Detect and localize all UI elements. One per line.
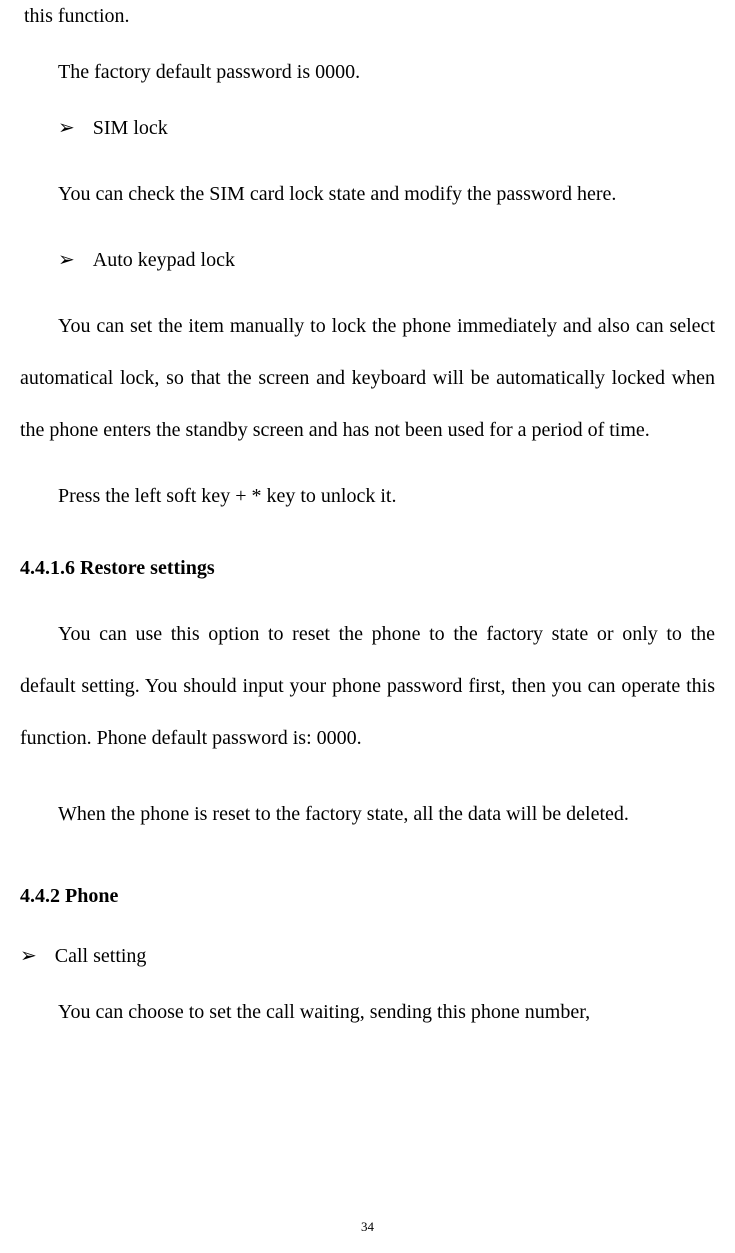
- bullet-call-setting: ➢ Call setting: [20, 940, 715, 972]
- paragraph-sim-lock: You can check the SIM card lock state an…: [20, 168, 715, 220]
- bullet-auto-keypad: ➢ Auto keypad lock: [20, 244, 715, 276]
- bullet-auto-keypad-label: Auto keypad lock: [93, 244, 235, 276]
- page-content: this function. The factory default passw…: [20, 0, 715, 1028]
- paragraph-restore-2: When the phone is reset to the factory s…: [20, 788, 715, 840]
- paragraph-factory-default: The factory default password is 0000.: [20, 56, 715, 88]
- paragraph-unlock: Press the left soft key + * key to unloc…: [20, 480, 715, 512]
- triangle-bullet-icon: ➢: [58, 112, 75, 144]
- heading-restore-settings: 4.4.1.6 Restore settings: [20, 552, 715, 584]
- page-number: 34: [0, 1219, 735, 1235]
- bullet-call-setting-label: Call setting: [55, 940, 147, 972]
- paragraph-fragment-top: this function.: [20, 0, 715, 32]
- triangle-bullet-icon: ➢: [58, 244, 75, 276]
- bullet-sim-lock-label: SIM lock: [93, 112, 168, 144]
- bullet-sim-lock: ➢ SIM lock: [20, 112, 715, 144]
- heading-phone: 4.4.2 Phone: [20, 880, 715, 912]
- paragraph-restore-1: You can use this option to reset the pho…: [20, 608, 715, 764]
- paragraph-call-setting: You can choose to set the call waiting, …: [20, 996, 715, 1028]
- triangle-bullet-icon: ➢: [20, 940, 37, 972]
- paragraph-auto-keypad: You can set the item manually to lock th…: [20, 300, 715, 456]
